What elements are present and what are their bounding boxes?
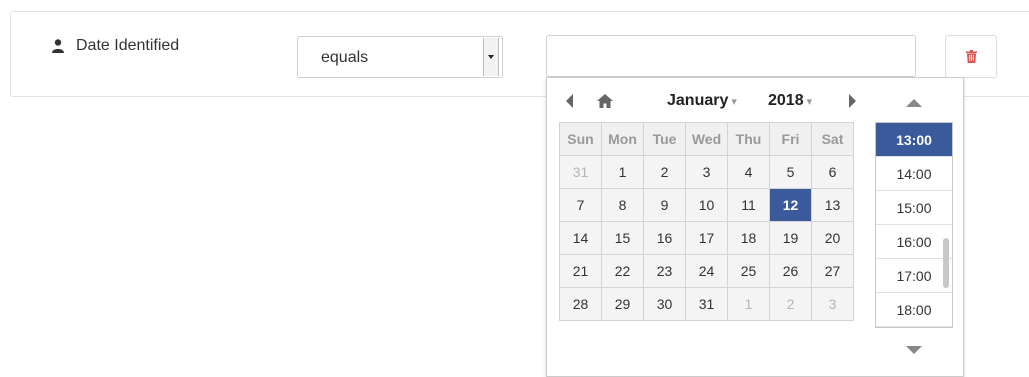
month-select[interactable]: January ▾ (667, 92, 737, 110)
calendar-day[interactable]: 31 (685, 287, 728, 321)
calendar-day[interactable]: 2 (769, 287, 812, 321)
calendar-day[interactable]: 25 (727, 254, 770, 288)
calendar-day[interactable]: 4 (727, 155, 770, 189)
field-label-text: Date Identified (76, 37, 180, 54)
calendar-day[interactable]: 24 (685, 254, 728, 288)
calendar-day[interactable]: 15 (601, 221, 644, 255)
calendar-body: 31 1 2 3 4 5 6 7 8 9 10 11 12 13 14 15 16 17 18 19 20 21 22 23 2… (559, 155, 854, 321)
calendar-day[interactable]: 3 (811, 287, 854, 321)
calendar-day[interactable]: 7 (559, 188, 602, 222)
calendar-day[interactable]: 27 (811, 254, 854, 288)
calendar-day[interactable]: 19 (769, 221, 812, 255)
calendar-day[interactable]: 6 (811, 155, 854, 189)
calendar-day[interactable]: 11 (727, 188, 770, 222)
time-list[interactable]: 13:00 14:00 15:00 16:00 17:00 18:00 (875, 122, 953, 328)
calendar-day[interactable]: 18 (727, 221, 770, 255)
year-label: 2018 (768, 92, 804, 109)
calendar-day[interactable]: 17 (685, 221, 728, 255)
weekday-header: Mon (601, 122, 644, 156)
home-icon[interactable] (597, 94, 613, 108)
next-month-icon[interactable] (849, 94, 856, 108)
calendar-day-selected[interactable]: 12 (769, 188, 812, 222)
operator-select-value: equals (321, 49, 369, 66)
calendar-day[interactable]: 23 (643, 254, 686, 288)
calendar-week-row: 21 22 23 24 25 26 27 (559, 254, 854, 288)
weekday-header: Sat (811, 122, 854, 156)
calendar-day[interactable]: 29 (601, 287, 644, 321)
calendar-day[interactable]: 28 (559, 287, 602, 321)
time-option[interactable]: 16:00 (876, 225, 952, 259)
calendar-day[interactable]: 9 (643, 188, 686, 222)
calendar-day[interactable]: 13 (811, 188, 854, 222)
weekday-header: Tue (643, 122, 686, 156)
prev-month-icon[interactable] (566, 94, 573, 108)
time-scrollbar[interactable] (943, 238, 949, 288)
field-label: Date Identified (52, 37, 179, 55)
calendar-day[interactable]: 22 (601, 254, 644, 288)
calendar-week-row: 28 29 30 31 1 2 3 (559, 287, 854, 321)
date-time-picker: January ▾ 2018 ▾ Sun Mon Tue Wed Thu Fri Sat 31 1… (546, 77, 964, 377)
calendar-day[interactable]: 5 (769, 155, 812, 189)
time-option[interactable]: 13:00 (876, 123, 952, 157)
calendar-day[interactable]: 8 (601, 188, 644, 222)
calendar-day[interactable]: 30 (643, 287, 686, 321)
time-option[interactable]: 18:00 (876, 293, 952, 327)
person-icon (52, 39, 64, 53)
time-option[interactable]: 15:00 (876, 191, 952, 225)
chevron-down-icon (483, 38, 499, 76)
calendar-day[interactable]: 20 (811, 221, 854, 255)
weekday-header: Wed (685, 122, 728, 156)
month-label: January (667, 92, 729, 109)
year-caret-icon: ▾ (806, 96, 813, 108)
time-scroll-down-icon[interactable] (906, 346, 922, 354)
calendar-day[interactable]: 1 (727, 287, 770, 321)
calendar-day[interactable]: 31 (559, 155, 602, 189)
weekday-header: Thu (727, 122, 770, 156)
month-caret-icon: ▾ (731, 96, 737, 108)
calendar-week-row: 7 8 9 10 11 12 13 (559, 188, 854, 222)
calendar-day[interactable]: 2 (643, 155, 686, 189)
calendar-day[interactable]: 21 (559, 254, 602, 288)
weekday-header: Fri (769, 122, 812, 156)
calendar-day[interactable]: 1 (601, 155, 644, 189)
delete-filter-button[interactable] (945, 35, 997, 78)
operator-select[interactable]: equals (297, 36, 503, 78)
time-scroll-up-icon[interactable] (906, 99, 922, 107)
time-option[interactable]: 14:00 (876, 157, 952, 191)
calendar-grid: Sun Mon Tue Wed Thu Fri Sat 31 1 2 3 4 5 6 7 8 9 10 11 12 1… (559, 122, 854, 321)
calendar-week-row: 14 15 16 17 18 19 20 (559, 221, 854, 255)
calendar-day[interactable]: 3 (685, 155, 728, 189)
trash-icon (965, 50, 977, 63)
time-option[interactable]: 17:00 (876, 259, 952, 293)
weekday-header-row: Sun Mon Tue Wed Thu Fri Sat (559, 122, 854, 156)
calendar-week-row: 31 1 2 3 4 5 6 (559, 155, 854, 189)
calendar-day[interactable]: 26 (769, 254, 812, 288)
date-input[interactable] (546, 35, 916, 77)
weekday-header: Sun (559, 122, 602, 156)
calendar-day[interactable]: 10 (685, 188, 728, 222)
calendar-day[interactable]: 16 (643, 221, 686, 255)
calendar-day[interactable]: 14 (559, 221, 602, 255)
year-select[interactable]: 2018 ▾ (768, 92, 812, 110)
